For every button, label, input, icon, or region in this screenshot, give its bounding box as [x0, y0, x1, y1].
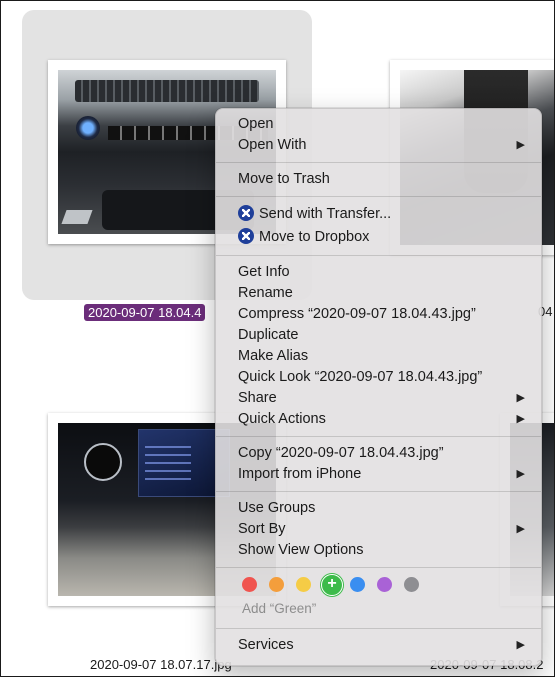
menu-item-label: Use Groups — [238, 500, 316, 516]
menu-item-open-with[interactable]: Open With ▶ — [216, 135, 541, 156]
menu-item-label: Get Info — [238, 264, 290, 280]
menu-item-use-groups[interactable]: Use Groups — [216, 498, 541, 519]
menu-item-label: Quick Look “2020-09-07 18.04.43.jpg” — [238, 369, 483, 385]
submenu-arrow-icon: ▶ — [516, 523, 525, 535]
menu-item-label: Duplicate — [238, 327, 299, 343]
tag-purple-dot[interactable] — [377, 577, 392, 592]
menu-item-label: Services — [238, 637, 294, 653]
menu-item-label: Move to Trash — [238, 171, 330, 187]
dropbox-icon — [238, 205, 254, 221]
tag-blue-dot[interactable] — [350, 577, 365, 592]
menu-item-label: Sort By — [238, 521, 286, 537]
selected-file-name[interactable]: 2020-09-07 18.04.4 — [84, 304, 206, 321]
menu-item-quick-actions[interactable]: Quick Actions ▶ — [216, 409, 541, 430]
tag-red-dot[interactable] — [242, 577, 257, 592]
menu-item-duplicate[interactable]: Duplicate — [216, 325, 541, 346]
add-tag-hint: Add “Green” — [242, 601, 317, 616]
menu-item-move-to-dropbox[interactable]: Move to Dropbox — [216, 227, 541, 248]
menu-item-send-with-transfer[interactable]: Send with Transfer... — [216, 204, 541, 225]
file-name-bottom-left[interactable]: 2020-09-07 18.07.17.jpg — [90, 657, 232, 672]
menu-item-label: Open — [238, 116, 274, 132]
menu-item-move-to-trash[interactable]: Move to Trash — [216, 169, 541, 190]
menu-item-compress[interactable]: Compress “2020-09-07 18.04.43.jpg” — [216, 304, 541, 325]
menu-item-label: Share — [238, 390, 277, 406]
tag-orange-dot[interactable] — [269, 577, 284, 592]
menu-separator — [216, 255, 541, 256]
menu-item-label: Quick Actions — [238, 411, 326, 427]
tag-green-add-icon[interactable] — [321, 574, 343, 596]
submenu-arrow-icon: ▶ — [516, 468, 525, 480]
menu-item-share[interactable]: Share ▶ — [216, 388, 541, 409]
menu-item-label: Make Alias — [238, 348, 309, 364]
menu-item-import-from-iphone[interactable]: Import from iPhone ▶ — [216, 464, 541, 485]
tag-gray-dot[interactable] — [404, 577, 419, 592]
menu-item-rename[interactable]: Rename — [216, 283, 541, 304]
menu-item-services[interactable]: Services ▶ — [216, 635, 541, 656]
menu-item-copy[interactable]: Copy “2020-09-07 18.04.43.jpg” — [216, 443, 541, 464]
menu-item-make-alias[interactable]: Make Alias — [216, 346, 541, 367]
dropbox-icon — [238, 228, 254, 244]
menu-item-label: Compress “2020-09-07 18.04.43.jpg” — [238, 306, 476, 322]
menu-item-label: Rename — [238, 285, 293, 301]
menu-item-show-view-options[interactable]: Show View Options — [216, 540, 541, 561]
context-menu: Open Open With ▶ Move to Trash Send with … — [215, 108, 542, 666]
menu-item-get-info[interactable]: Get Info — [216, 262, 541, 283]
menu-item-label: Open With — [238, 137, 307, 153]
menu-separator — [216, 162, 541, 163]
menu-separator — [216, 491, 541, 492]
submenu-arrow-icon: ▶ — [516, 392, 525, 404]
menu-item-sort-by[interactable]: Sort By ▶ — [216, 519, 541, 540]
menu-item-label: Show View Options — [238, 542, 364, 558]
menu-separator — [216, 628, 541, 629]
menu-item-label: Import from iPhone — [238, 466, 362, 482]
menu-item-label: Move to Dropbox — [259, 229, 370, 245]
menu-item-label: Copy “2020-09-07 18.04.43.jpg” — [238, 445, 444, 461]
menu-separator — [216, 196, 541, 197]
menu-item-open[interactable]: Open — [216, 114, 541, 135]
menu-separator — [216, 436, 541, 437]
submenu-arrow-icon: ▶ — [516, 413, 525, 425]
menu-separator — [216, 567, 541, 568]
tag-yellow-dot[interactable] — [296, 577, 311, 592]
menu-item-quick-look[interactable]: Quick Look “2020-09-07 18.04.43.jpg” — [216, 367, 541, 388]
submenu-arrow-icon: ▶ — [516, 139, 525, 151]
menu-item-label: Send with Transfer... — [259, 206, 392, 222]
submenu-arrow-icon: ▶ — [516, 639, 525, 651]
